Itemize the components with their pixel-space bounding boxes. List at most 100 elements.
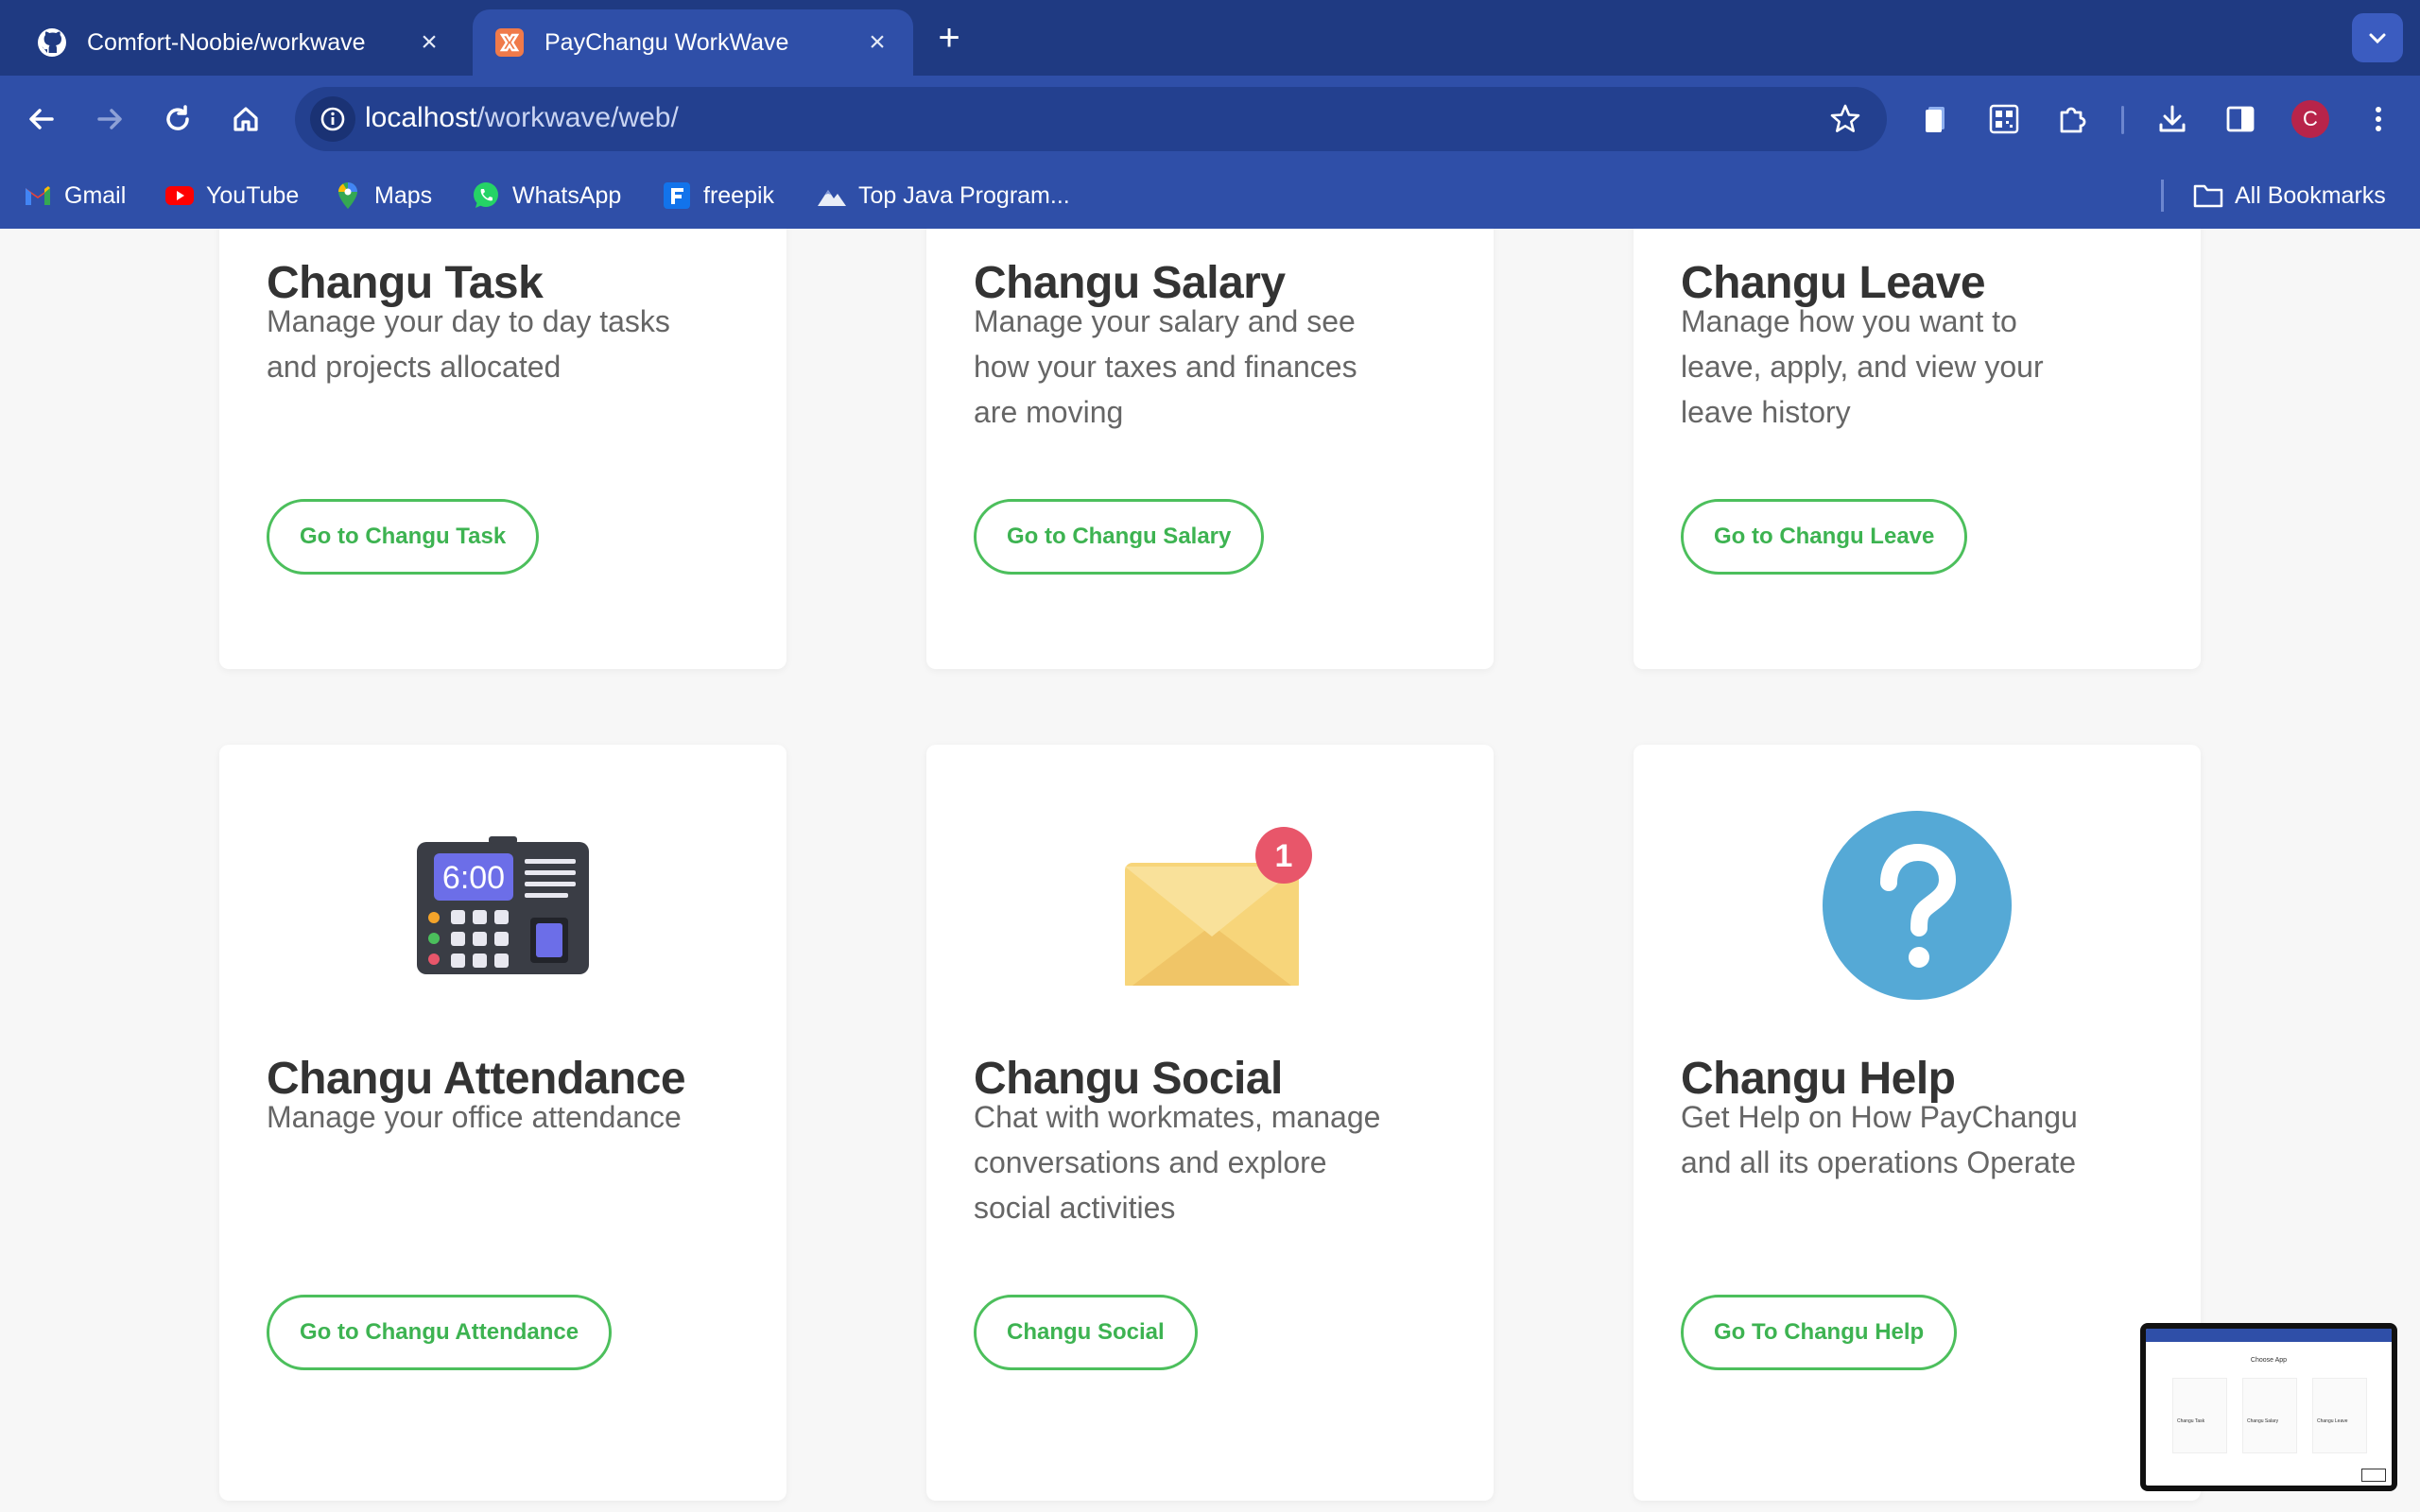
tab-search-button[interactable]: [2352, 13, 2403, 62]
xampp-icon: [493, 26, 526, 59]
downloads-button[interactable]: [2152, 98, 2193, 140]
tab-paychangu[interactable]: PayChangu WorkWave ×: [473, 9, 913, 76]
thumbnail-card: Changu Salary: [2242, 1378, 2297, 1453]
puzzle-icon: [2060, 107, 2086, 133]
bookmark-maps[interactable]: Maps: [333, 178, 432, 214]
bookmarks-bar: Gmail YouTube Maps WhatsApp freepik Top …: [0, 163, 2420, 229]
reading-list-button[interactable]: [1915, 98, 1957, 140]
bookmark-youtube[interactable]: YouTube: [164, 178, 299, 214]
url-host: localhost: [365, 102, 477, 133]
bookmark-label: WhatsApp: [512, 181, 622, 209]
qr-code-button[interactable]: [1983, 98, 2025, 140]
forward-button[interactable]: [85, 94, 134, 144]
bookmark-whatsapp[interactable]: WhatsApp: [471, 178, 621, 214]
close-icon[interactable]: ×: [862, 26, 892, 58]
app-grid: Changu Task Manage your day to day tasks…: [0, 229, 2420, 1512]
thumbnail-heading: Choose App: [2250, 1357, 2288, 1364]
screenshot-thumbnail[interactable]: Choose App Changu Task Changu Salary Cha…: [2140, 1323, 2397, 1491]
bookmark-star-icon[interactable]: [1828, 102, 1862, 136]
extensions-button[interactable]: [2051, 98, 2093, 140]
thumbnail-card-title: Changu Task: [2177, 1418, 2205, 1424]
whatsapp-icon: [471, 180, 501, 211]
back-button[interactable]: [17, 94, 66, 144]
url-text: localhost/workwave/web/: [365, 102, 679, 134]
mountain-icon: [817, 180, 847, 211]
tab-github[interactable]: Comfort-Noobie/workwave ×: [15, 9, 465, 76]
app-card-salary: Changu Salary Manage your salary and see…: [926, 229, 1494, 669]
app-card-attendance: 6:00 Changu Attendance Manage your offic…: [219, 745, 786, 1501]
maps-icon: [333, 180, 363, 211]
go-to-help-button[interactable]: Go To Changu Help: [1681, 1295, 1958, 1370]
bookmark-top-java[interactable]: Top Java Program...: [817, 178, 1070, 214]
go-to-salary-button[interactable]: Go to Changu Salary: [974, 499, 1265, 575]
arrow-right-icon: [97, 109, 122, 129]
home-button[interactable]: [221, 94, 270, 144]
document-icon: [1926, 107, 1945, 132]
profile-avatar[interactable]: C: [2291, 100, 2329, 138]
close-icon[interactable]: ×: [414, 26, 444, 58]
folder-icon: [2193, 180, 2223, 211]
side-panel-icon: [2226, 106, 2255, 132]
reload-button[interactable]: [153, 94, 202, 144]
thumbnail-window-icon: [2361, 1469, 2386, 1482]
go-to-attendance-button[interactable]: Go to Changu Attendance: [267, 1295, 613, 1370]
thumbnail-card-title: Changu Salary: [2247, 1418, 2279, 1424]
app-card-leave: Changu Leave Manage how you want to leav…: [1634, 229, 2201, 669]
card-description: Manage your day to day tasks and project…: [267, 304, 670, 384]
gmail-icon: [23, 180, 53, 211]
info-icon: [320, 107, 345, 131]
thumbnail-preview: Choose App Changu Task Changu Salary Cha…: [2146, 1329, 2392, 1486]
thumbnail-card: Changu Task: [2172, 1378, 2227, 1453]
thumbnail-card-title: Changu Leave: [2317, 1418, 2348, 1424]
download-icon: [2159, 105, 2186, 132]
tab-strip: Comfort-Noobie/workwave × PayChangu Work…: [0, 0, 2420, 76]
freepik-icon: [662, 180, 692, 211]
envelope-icon: 1: [926, 745, 1494, 1066]
site-info-button[interactable]: [310, 96, 355, 142]
youtube-icon: [164, 180, 195, 211]
card-description: Manage how you want to leave, apply, and…: [1681, 304, 2044, 429]
card-description: Get Help on How PayChangu and all its op…: [1681, 1100, 2078, 1179]
chevron-down-icon: [2369, 33, 2386, 44]
card-description: Manage your office attendance: [267, 1100, 682, 1134]
all-bookmarks-label: All Bookmarks: [2235, 181, 2386, 209]
menu-button[interactable]: [2358, 98, 2399, 140]
all-bookmarks-button[interactable]: All Bookmarks: [2193, 178, 2386, 214]
address-bar[interactable]: localhost/workwave/web/: [295, 87, 1887, 151]
browser-toolbar: localhost/workwave/web/ C: [0, 76, 2420, 163]
question-mark-icon: [1634, 745, 2201, 1066]
reload-icon: [166, 105, 189, 130]
home-icon: [233, 107, 258, 131]
arrow-left-icon: [29, 109, 54, 129]
qr-code-icon: [1989, 104, 2019, 134]
toolbar-divider: [2121, 106, 2124, 134]
go-to-leave-button[interactable]: Go to Changu Leave: [1681, 499, 1968, 575]
tab-title: PayChangu WorkWave: [544, 28, 789, 56]
app-card-task: Changu Task Manage your day to day tasks…: [219, 229, 786, 669]
clock-display: 6:00: [442, 860, 505, 896]
bookmark-freepik[interactable]: freepik: [662, 178, 774, 214]
github-icon: [36, 26, 68, 59]
bookmark-label: Gmail: [64, 181, 127, 209]
url-path: /workwave/web/: [476, 102, 679, 133]
tab-title: Comfort-Noobie/workwave: [87, 28, 366, 56]
bookmarks-divider: [2161, 180, 2164, 212]
bookmark-label: YouTube: [206, 181, 300, 209]
side-panel-button[interactable]: [2220, 98, 2261, 140]
thumbnail-chrome: [2146, 1329, 2392, 1342]
notification-count: 1: [1275, 838, 1293, 874]
bookmark-label: freepik: [703, 181, 775, 209]
card-description: Manage your salary and see how your taxe…: [974, 304, 1357, 429]
bookmark-label: Maps: [374, 181, 433, 209]
new-tab-button[interactable]: +: [930, 19, 968, 57]
bookmark-gmail[interactable]: Gmail: [23, 178, 126, 214]
app-card-social: 1 Changu Social Chat with workmates, man…: [926, 745, 1494, 1501]
thumbnail-card: Changu Leave: [2312, 1378, 2367, 1453]
more-vertical-icon: [2376, 107, 2381, 131]
app-card-help: Changu Help Get Help on How PayChangu an…: [1634, 745, 2201, 1501]
go-to-task-button[interactable]: Go to Changu Task: [267, 499, 540, 575]
card-description: Chat with workmates, manage conversation…: [974, 1100, 1381, 1225]
time-clock-icon: 6:00: [219, 745, 786, 1066]
bookmark-label: Top Java Program...: [858, 181, 1070, 209]
changu-social-button[interactable]: Changu Social: [974, 1295, 1198, 1370]
